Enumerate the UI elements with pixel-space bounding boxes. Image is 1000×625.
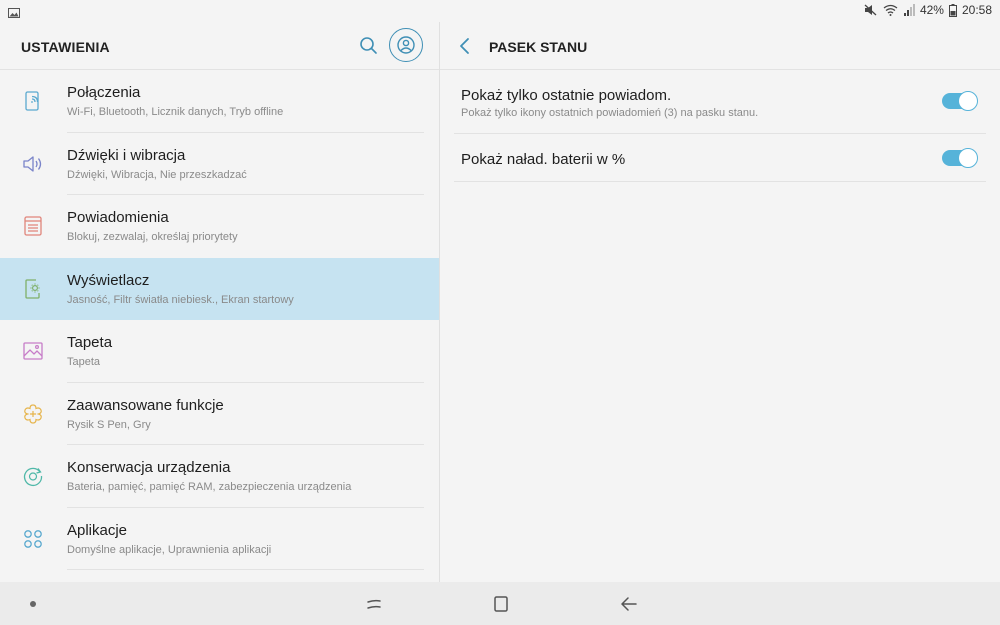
search-button[interactable] [357, 34, 381, 58]
account-icon [397, 36, 415, 54]
advanced-features-icon [21, 402, 45, 426]
menu-item-subtitle: Bateria, pamięć, pamięć RAM, zabezpiecze… [67, 481, 352, 493]
menu-item-subtitle: Domyślne aplikacje, Uprawnienia aplikacj… [67, 543, 272, 556]
toggle-knob [958, 91, 978, 111]
divider [67, 569, 424, 570]
setting-title: Pokaż tylko ostatnie powiadom. [461, 87, 672, 104]
status-bar: 42% 20:58 [0, 0, 1000, 22]
device-maintenance-icon [21, 464, 45, 488]
mute-icon [864, 4, 878, 16]
menu-item-notifications[interactable]: Powiadomienia Blokuj, zezwalaj, określaj… [0, 195, 439, 258]
apps-icon [21, 527, 45, 551]
settings-panel: USTAWIENIA Połączenia Wi-Fi, Bluetooth, … [0, 22, 439, 582]
wifi-icon [883, 4, 898, 16]
gallery-icon [8, 5, 20, 23]
setting-recent-notifications[interactable]: Pokaż tylko ostatnie powiadom. Pokaż tyl… [454, 70, 986, 134]
menu-item-wallpaper[interactable]: Tapeta Tapeta [0, 320, 439, 383]
toggle-knob [958, 148, 978, 168]
menu-item-subtitle: Wi-Fi, Bluetooth, Licznik danych, Tryb o… [67, 106, 284, 118]
clock: 20:58 [961, 3, 992, 17]
display-icon [21, 277, 45, 301]
detail-title: PASEK STANU [489, 39, 588, 55]
wallpaper-icon [21, 339, 45, 363]
battery-level: 42% [919, 3, 944, 17]
notifications-icon [21, 214, 45, 238]
menu-item-device-maintenance[interactable]: Konserwacja urządzenia Bateria, pamięć, … [0, 445, 439, 508]
menu-item-subtitle: Dźwięki, Wibracja, Nie przeszkadzać [67, 168, 247, 181]
menu-item-apps[interactable]: Aplikacje Domyślne aplikacje, Uprawnieni… [0, 508, 439, 570]
menu-item-advanced-features[interactable]: Zaawansowane funkcje Rysik S Pen, Gry [0, 383, 439, 445]
menu-item-title: Połączenia [67, 84, 141, 101]
nav-back-button[interactable] [618, 594, 640, 614]
navigation-bar [0, 582, 1000, 625]
setting-battery-percentage[interactable]: Pokaż naład. baterii w % [454, 134, 986, 182]
search-icon [360, 37, 377, 54]
connections-icon [21, 89, 45, 113]
recent-apps-icon [367, 599, 381, 609]
menu-item-subtitle: Jasność, Filtr światła niebiesk., Ekran … [67, 293, 294, 306]
menu-item-title: Konserwacja urządzenia [67, 459, 231, 476]
settings-header: USTAWIENIA [0, 22, 439, 70]
battery-icon [948, 3, 957, 17]
battery-percentage-toggle[interactable] [942, 148, 978, 168]
status-bar-settings-panel: PASEK STANU Pokaż tylko ostatnie powiado… [440, 22, 1000, 582]
menu-item-title: Zaawansowane funkcje [67, 396, 224, 414]
home-icon [494, 596, 508, 612]
sound-icon [21, 152, 45, 176]
menu-item-title: Powiadomienia [67, 209, 169, 226]
back-arrow-icon [621, 597, 637, 611]
menu-item-subtitle: Tapeta [67, 356, 101, 368]
back-button[interactable] [456, 35, 476, 57]
menu-item-display[interactable]: Wyświetlacz Jasność, Filtr światła niebi… [0, 257, 439, 320]
settings-menu: Połączenia Wi-Fi, Bluetooth, Licznik dan… [0, 70, 439, 570]
menu-item-title: Dźwięki i wibracja [67, 146, 186, 164]
home-button[interactable] [491, 594, 511, 614]
menu-item-sounds[interactable]: Dźwięki i wibracja Dźwięki, Wibracja, Ni… [0, 133, 439, 195]
detail-header: PASEK STANU [440, 22, 1000, 70]
setting-title: Pokaż naład. baterii w % [461, 151, 626, 168]
page-title: USTAWIENIA [21, 39, 110, 55]
signal-icon [903, 4, 915, 16]
nav-dot-icon[interactable] [30, 601, 36, 607]
chevron-left-icon [460, 38, 469, 54]
menu-item-title: Tapeta [67, 334, 113, 351]
account-button[interactable] [389, 28, 423, 62]
menu-item-subtitle: Rysik S Pen, Gry [67, 418, 151, 431]
menu-item-subtitle: Blokuj, zezwalaj, określaj priorytety [67, 231, 238, 243]
menu-item-connections[interactable]: Połączenia Wi-Fi, Bluetooth, Licznik dan… [0, 70, 439, 133]
setting-subtitle: Pokaż tylko ikony ostatnich powiadomień … [461, 107, 759, 119]
menu-item-title: Aplikacje [67, 521, 128, 539]
recent-apps-button[interactable] [364, 594, 384, 614]
menu-item-title: Wyświetlacz [67, 271, 150, 289]
recent-notifications-toggle[interactable] [942, 91, 978, 111]
